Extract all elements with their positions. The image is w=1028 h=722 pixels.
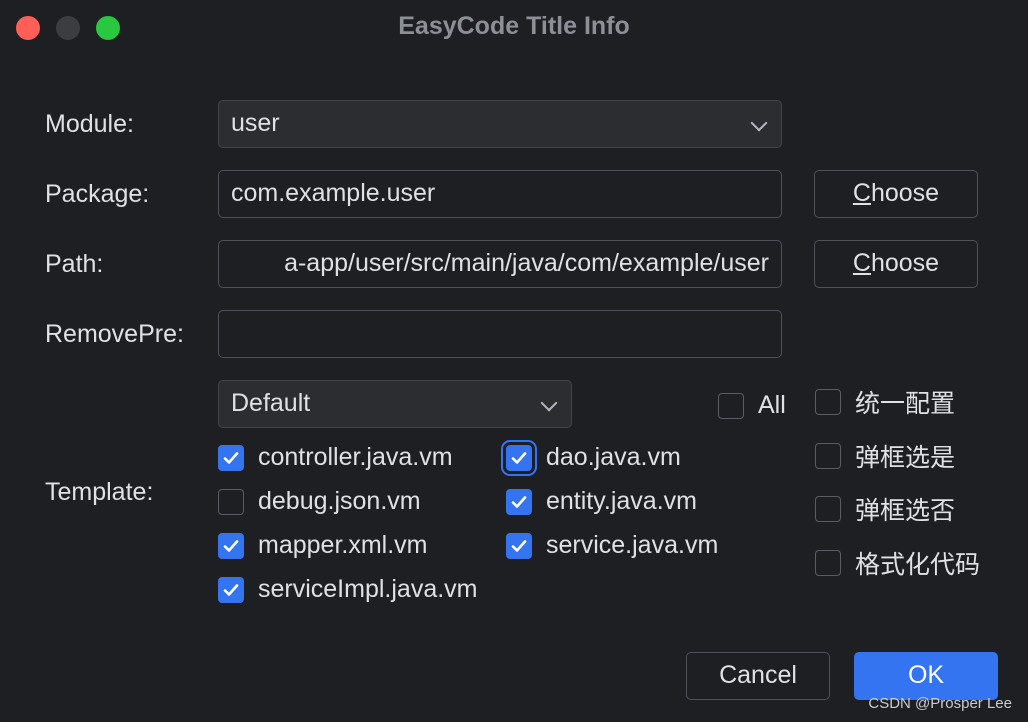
template-checkbox-label: debug.json.vm bbox=[258, 487, 421, 515]
checkmark-icon bbox=[511, 539, 527, 552]
module-select[interactable]: user bbox=[218, 100, 782, 148]
template-checkbox[interactable]: service.java.vm bbox=[506, 531, 718, 560]
option-checkbox[interactable]: 弹框选否 bbox=[815, 491, 955, 527]
template-group-select[interactable]: Default bbox=[218, 380, 572, 428]
dialog-window: EasyCode Title Info Module: user Package… bbox=[0, 0, 1028, 722]
option-checkbox-label: 格式化代码 bbox=[855, 551, 981, 579]
template-checkbox-label: dao.java.vm bbox=[546, 443, 681, 471]
template-checkbox-box[interactable] bbox=[218, 444, 244, 471]
checkmark-icon bbox=[511, 495, 527, 508]
package-choose-label: hoose bbox=[870, 179, 940, 207]
package-choose-mnemonic: C bbox=[852, 179, 871, 207]
all-checkbox-box[interactable] bbox=[718, 392, 744, 419]
module-select-value: user bbox=[231, 109, 280, 137]
option-checkbox-box[interactable] bbox=[815, 443, 841, 469]
package-input[interactable]: com.example.user bbox=[218, 170, 782, 218]
chevron-down-icon bbox=[750, 114, 768, 132]
path-input-value: a-app/user/src/main/java/com/example/use… bbox=[284, 249, 769, 277]
all-checkbox[interactable]: All bbox=[718, 391, 786, 420]
template-label: Template: bbox=[45, 478, 154, 506]
package-choose-button[interactable]: Choose bbox=[814, 170, 978, 218]
template-group-value: Default bbox=[231, 389, 311, 417]
ok-button[interactable]: OK bbox=[854, 652, 998, 700]
window-title: EasyCode Title Info bbox=[398, 12, 630, 40]
option-checkbox-box[interactable] bbox=[815, 389, 841, 415]
template-checkbox-label: service.java.vm bbox=[546, 531, 719, 559]
option-checkbox-label: 统一配置 bbox=[855, 390, 956, 418]
template-checkbox[interactable]: entity.java.vm bbox=[506, 487, 697, 516]
template-checkbox[interactable]: serviceImpl.java.vm bbox=[218, 575, 478, 604]
cancel-button[interactable]: Cancel bbox=[686, 652, 830, 700]
template-checkbox[interactable]: debug.json.vm bbox=[218, 487, 421, 516]
title-bar: EasyCode Title Info bbox=[0, 0, 1028, 56]
template-checkbox-label: controller.java.vm bbox=[258, 443, 453, 471]
option-checkbox-label: 弹框选否 bbox=[855, 497, 956, 525]
path-choose-label: hoose bbox=[870, 249, 940, 277]
template-checkbox-box[interactable] bbox=[506, 488, 532, 515]
template-checkbox[interactable]: dao.java.vm bbox=[501, 439, 681, 476]
option-checkbox-box[interactable] bbox=[815, 550, 841, 576]
template-checkbox[interactable]: controller.java.vm bbox=[218, 443, 453, 472]
package-input-value: com.example.user bbox=[231, 179, 436, 207]
template-checkbox-box[interactable] bbox=[218, 488, 244, 515]
template-checkbox-box[interactable] bbox=[218, 532, 244, 559]
checkmark-icon bbox=[223, 539, 239, 552]
watermark-text: CSDN @Prosper Lee bbox=[868, 695, 1012, 712]
removepre-label: RemovePre: bbox=[45, 320, 184, 348]
package-label: Package: bbox=[45, 180, 150, 208]
template-checkbox[interactable]: mapper.xml.vm bbox=[218, 531, 427, 560]
path-choose-button[interactable]: Choose bbox=[814, 240, 978, 288]
template-checkbox-box[interactable] bbox=[218, 576, 244, 603]
removepre-input[interactable] bbox=[218, 310, 782, 358]
template-checkbox-label: entity.java.vm bbox=[546, 487, 697, 515]
module-label: Module: bbox=[45, 110, 134, 138]
template-checkbox-label: mapper.xml.vm bbox=[258, 531, 428, 559]
option-checkbox[interactable]: 格式化代码 bbox=[815, 545, 980, 581]
template-checkbox-box[interactable] bbox=[506, 532, 532, 559]
path-label: Path: bbox=[45, 250, 104, 278]
template-checkbox-box[interactable] bbox=[501, 439, 537, 476]
checkmark-icon bbox=[223, 583, 239, 596]
option-checkbox[interactable]: 统一配置 bbox=[815, 384, 955, 420]
chevron-down-icon bbox=[540, 394, 558, 412]
checkmark-icon bbox=[223, 451, 239, 464]
option-checkbox-label: 弹框选是 bbox=[855, 444, 956, 472]
all-checkbox-label: All bbox=[758, 391, 786, 419]
template-checkbox-label: serviceImpl.java.vm bbox=[258, 575, 478, 603]
path-choose-mnemonic: C bbox=[852, 249, 871, 277]
option-checkbox[interactable]: 弹框选是 bbox=[815, 438, 955, 474]
checkmark-icon bbox=[511, 451, 527, 464]
path-input[interactable]: a-app/user/src/main/java/com/example/use… bbox=[218, 240, 782, 288]
option-checkbox-box[interactable] bbox=[815, 496, 841, 522]
